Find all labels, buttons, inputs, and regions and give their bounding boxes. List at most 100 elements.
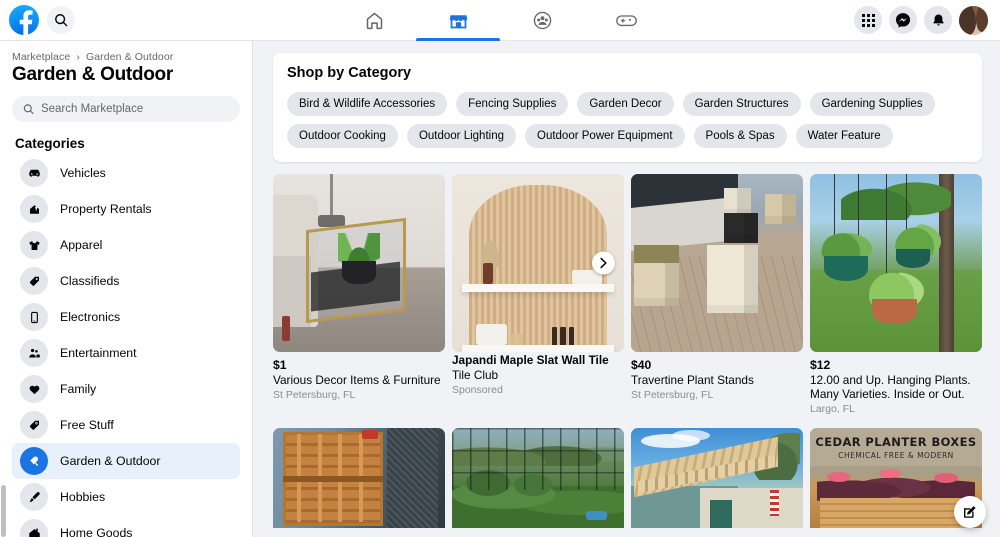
sidebar-item-label: Electronics [60, 310, 121, 324]
shop-by-category-panel: Shop by Category Bird & Wildlife Accesso… [273, 53, 982, 162]
listing-grid-row-1: $1 Various Decor Items & Furniture St Pe… [273, 174, 982, 416]
listing-price: $40 [631, 358, 652, 372]
ad-subhead: CHEMICAL FREE & MODERN [838, 451, 954, 460]
messenger-icon[interactable] [889, 6, 917, 34]
sidebar-item-classifieds[interactable]: Classifieds [12, 263, 240, 299]
chip-garden-decor[interactable]: Garden Decor [577, 92, 674, 116]
chip-bird-wildlife-accessories[interactable]: Bird & Wildlife Accessories [287, 92, 448, 116]
people-camera-icon [20, 339, 48, 367]
sidebar-item-vehicles[interactable]: Vehicles [12, 155, 240, 191]
sidebar-item-garden-outdoor[interactable]: Garden & Outdoor [12, 443, 240, 479]
compose-icon [964, 506, 976, 518]
listing-location: Largo, FL [810, 403, 855, 415]
listing-location: St Petersburg, FL [631, 389, 714, 401]
sidebar-item-label: Free Stuff [60, 418, 114, 432]
search-input[interactable] [40, 103, 229, 115]
shop-by-category-title: Shop by Category [287, 65, 412, 81]
chip-outdoor-cooking[interactable]: Outdoor Cooking [287, 124, 398, 148]
chip-fencing-supplies[interactable]: Fencing Supplies [456, 92, 569, 116]
home-icon [20, 519, 48, 537]
grid-menu-icon[interactable] [854, 6, 882, 34]
carousel-next-button[interactable] [592, 251, 615, 275]
home-icon [366, 12, 382, 30]
sidebar-item-free-stuff[interactable]: Free Stuff [12, 407, 240, 443]
listing-photo[interactable] [631, 174, 803, 352]
chip-gardening-supplies[interactable]: Gardening Supplies [809, 92, 935, 116]
gaming-controller-icon [615, 15, 637, 27]
sidebar-item-family[interactable]: Family [12, 371, 240, 407]
listing-card-sponsored[interactable]: Japandi Maple Slat Wall Tile Tile Club S… [452, 174, 624, 416]
listing-grid-row-2: CEDAR PLANTER BOXES CHEMICAL FREE & MODE… [273, 428, 982, 528]
sidebar-item-label: Classifieds [60, 274, 120, 288]
sidebar-item-label: Vehicles [60, 166, 106, 180]
topbar-right-group [854, 5, 1000, 35]
page-shell: Marketplace › Garden & Outdoor Garden & … [0, 41, 1000, 537]
listing-price: $1 [273, 358, 287, 372]
tag-icon [20, 267, 48, 295]
listing-title: Various Decor Items & Furniture [273, 373, 441, 387]
sidebar-item-home-goods[interactable]: Home Goods [12, 515, 240, 537]
tab-groups[interactable] [500, 0, 584, 41]
listing-photo[interactable] [273, 428, 445, 528]
listing-photo[interactable] [452, 428, 624, 528]
listing-card[interactable] [452, 428, 624, 528]
sidebar-item-label: Family [60, 382, 97, 396]
sidebar-item-entertainment[interactable]: Entertainment [12, 335, 240, 371]
listing-card[interactable]: $12 12.00 and Up. Hanging Plants. Many V… [810, 174, 982, 416]
listing-photo[interactable] [631, 428, 803, 528]
sidebar-item-label: Garden & Outdoor [60, 454, 161, 468]
breadcrumb-current: Garden & Outdoor [85, 51, 174, 63]
garden-trowel-icon [20, 447, 48, 475]
tab-home[interactable] [332, 0, 416, 41]
marketplace-sidebar: Marketplace › Garden & Outdoor Garden & … [0, 41, 253, 537]
search-marketplace-field[interactable] [12, 96, 240, 122]
breadcrumb-root[interactable]: Marketplace [12, 51, 70, 63]
create-new-listing-button[interactable] [954, 496, 986, 528]
header-search-button[interactable] [47, 6, 75, 34]
bell-icon[interactable] [924, 6, 952, 34]
groups-icon [533, 11, 551, 30]
page-title: Garden & Outdoor [12, 64, 173, 85]
house-key-icon [20, 195, 48, 223]
sidebar-item-property-rentals[interactable]: Property Rentals [12, 191, 240, 227]
topbar-left-group [0, 5, 240, 35]
sidebar-item-apparel[interactable]: Apparel [12, 227, 240, 263]
listing-card[interactable]: $40 Travertine Plant Stands St Petersbur… [631, 174, 803, 416]
listing-seller: Tile Club [452, 368, 499, 382]
sidebar-item-label: Property Rentals [60, 202, 152, 216]
marketplace-icon [449, 15, 467, 29]
listing-photo[interactable] [452, 174, 624, 352]
chip-garden-structures[interactable]: Garden Structures [682, 92, 801, 116]
sidebar-item-label: Entertainment [60, 346, 137, 360]
category-chip-group: Bird & Wildlife Accessories Fencing Supp… [287, 92, 968, 148]
listing-card[interactable] [273, 428, 445, 528]
sidebar-item-label: Home Goods [60, 526, 133, 537]
sidebar-item-electronics[interactable]: Electronics [12, 299, 240, 335]
chip-water-feature[interactable]: Water Feature [795, 124, 893, 148]
listing-title: 12.00 and Up. Hanging Plants. Many Varie… [810, 373, 971, 401]
chip-outdoor-power-equipment[interactable]: Outdoor Power Equipment [525, 124, 685, 148]
sidebar-item-hobbies[interactable]: Hobbies [12, 479, 240, 515]
listing-card[interactable]: $1 Various Decor Items & Furniture St Pe… [273, 174, 445, 416]
tab-gaming[interactable] [584, 0, 668, 41]
category-list: Vehicles Property Rentals Apparel Classi… [12, 155, 240, 537]
listing-title: Japandi Maple Slat Wall Tile [452, 353, 609, 367]
listing-card[interactable] [631, 428, 803, 528]
tab-marketplace[interactable] [416, 0, 500, 41]
search-icon [23, 104, 34, 115]
ad-headline: CEDAR PLANTER BOXES [815, 435, 977, 449]
chip-outdoor-lighting[interactable]: Outdoor Lighting [406, 124, 516, 148]
sidebar-scrollbar[interactable] [1, 485, 6, 537]
sidebar-item-label: Hobbies [60, 490, 106, 504]
listing-title: Travertine Plant Stands [631, 373, 754, 387]
phone-icon [20, 303, 48, 331]
listing-photo[interactable] [273, 174, 445, 352]
listing-price: $12 [810, 358, 831, 372]
avatar[interactable] [959, 5, 988, 35]
chip-pools-spas[interactable]: Pools & Spas [693, 124, 787, 148]
facebook-logo-icon[interactable] [9, 5, 39, 35]
paint-brush-icon [20, 483, 48, 511]
listing-photo[interactable] [810, 174, 982, 352]
sponsored-label: Sponsored [452, 384, 503, 396]
breadcrumb-separator: › [76, 51, 80, 63]
